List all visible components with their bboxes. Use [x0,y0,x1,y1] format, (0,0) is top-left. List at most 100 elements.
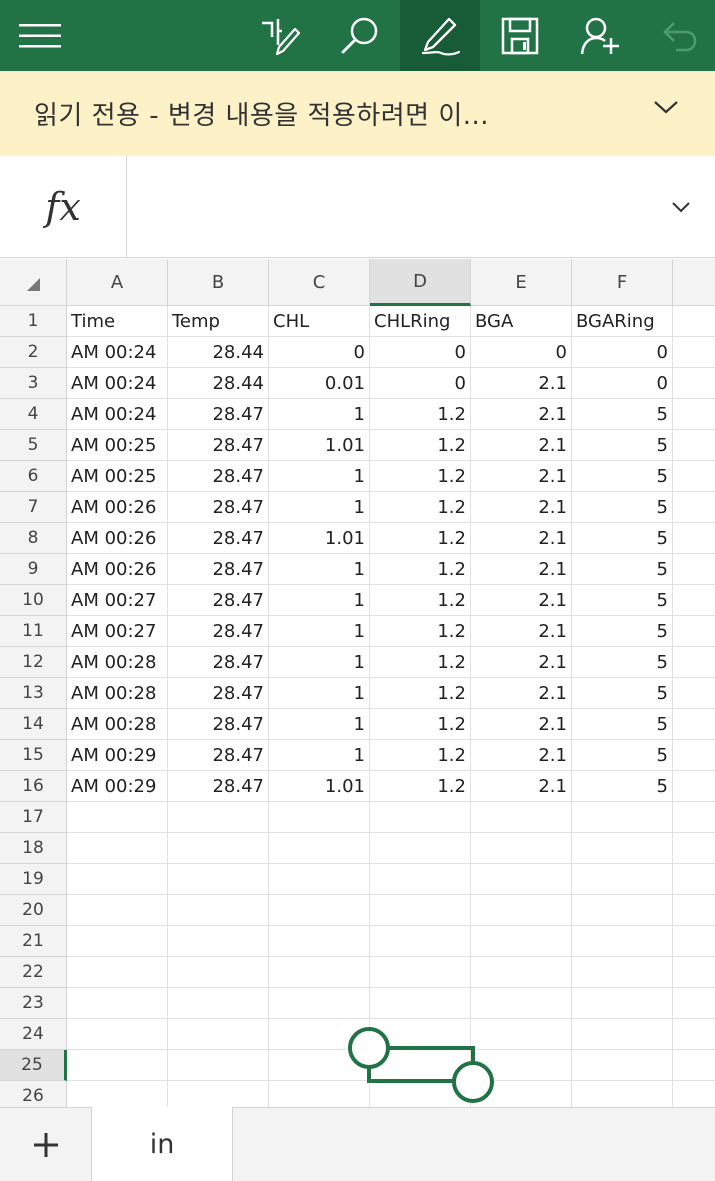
cell-d5[interactable]: 1.2 [370,430,471,461]
row-header[interactable]: 11 [0,616,67,647]
cell-e1[interactable]: BGA [471,306,572,337]
cell-f8[interactable]: 5 [572,523,673,554]
cell-g9[interactable] [673,554,715,585]
cell-b7[interactable]: 28.47 [168,492,269,523]
row-header[interactable]: 16 [0,771,67,802]
undo-button[interactable] [640,0,715,71]
row-header[interactable]: 26 [0,1081,67,1107]
row-header[interactable]: 12 [0,647,67,678]
cell-d13[interactable]: 1.2 [370,678,471,709]
cell-e14[interactable]: 2.1 [471,709,572,740]
cell-e24[interactable] [471,1019,572,1050]
cell-d7[interactable]: 1.2 [370,492,471,523]
cell-f15[interactable]: 5 [572,740,673,771]
cell-b9[interactable]: 28.47 [168,554,269,585]
row-header[interactable]: 15 [0,740,67,771]
banner-expand-button[interactable] [653,99,679,119]
column-header-a[interactable]: A [67,259,168,306]
cell-d24[interactable] [370,1019,471,1050]
cell-d22[interactable] [370,957,471,988]
cell-b13[interactable]: 28.47 [168,678,269,709]
cell-a1[interactable]: Time [67,306,168,337]
cell-a12[interactable]: AM 00:28 [67,647,168,678]
cell-g2[interactable] [673,337,715,368]
cell-f7[interactable]: 5 [572,492,673,523]
cell-g21[interactable] [673,926,715,957]
cell-f18[interactable] [572,833,673,864]
cell-f6[interactable]: 5 [572,461,673,492]
cell-b22[interactable] [168,957,269,988]
cell-a20[interactable] [67,895,168,926]
cell-a11[interactable]: AM 00:27 [67,616,168,647]
cell-g1[interactable] [673,306,715,337]
row-header[interactable]: 20 [0,895,67,926]
menu-button[interactable] [0,0,80,71]
cell-e25[interactable] [471,1050,572,1081]
add-sheet-button[interactable] [0,1108,91,1181]
cell-d3[interactable]: 0 [370,368,471,399]
cell-f20[interactable] [572,895,673,926]
cell-b4[interactable]: 28.47 [168,399,269,430]
cell-e9[interactable]: 2.1 [471,554,572,585]
cell-f13[interactable]: 5 [572,678,673,709]
cell-f2[interactable]: 0 [572,337,673,368]
cell-a2[interactable]: AM 00:24 [67,337,168,368]
cell-a13[interactable]: AM 00:28 [67,678,168,709]
cell-g18[interactable] [673,833,715,864]
cell-a5[interactable]: AM 00:25 [67,430,168,461]
cell-e8[interactable]: 2.1 [471,523,572,554]
cell-a7[interactable]: AM 00:26 [67,492,168,523]
row-header[interactable]: 17 [0,802,67,833]
cell-c16[interactable]: 1.01 [269,771,370,802]
cell-d26[interactable] [370,1081,471,1107]
cell-d15[interactable]: 1.2 [370,740,471,771]
cell-c14[interactable]: 1 [269,709,370,740]
cell-c23[interactable] [269,988,370,1019]
cell-f24[interactable] [572,1019,673,1050]
cell-g16[interactable] [673,771,715,802]
cell-e4[interactable]: 2.1 [471,399,572,430]
cell-a22[interactable] [67,957,168,988]
cell-b10[interactable]: 28.47 [168,585,269,616]
cell-e18[interactable] [471,833,572,864]
save-button[interactable] [480,0,560,71]
cell-d11[interactable]: 1.2 [370,616,471,647]
cell-f11[interactable]: 5 [572,616,673,647]
cell-d1[interactable]: CHLRing [370,306,471,337]
cell-f9[interactable]: 5 [572,554,673,585]
cell-a21[interactable] [67,926,168,957]
cell-g19[interactable] [673,864,715,895]
cell-e23[interactable] [471,988,572,1019]
cell-c25[interactable] [269,1050,370,1081]
cell-f4[interactable]: 5 [572,399,673,430]
column-header-d[interactable]: D [370,259,471,306]
cell-a26[interactable] [67,1081,168,1107]
row-header[interactable]: 21 [0,926,67,957]
cell-e15[interactable]: 2.1 [471,740,572,771]
cell-a23[interactable] [67,988,168,1019]
cell-b17[interactable] [168,802,269,833]
formula-expand-button[interactable] [671,198,691,217]
cell-f17[interactable] [572,802,673,833]
cell-c6[interactable]: 1 [269,461,370,492]
cell-d25[interactable] [370,1050,471,1081]
row-header[interactable]: 2 [0,337,67,368]
cell-c12[interactable]: 1 [269,647,370,678]
cell-a14[interactable]: AM 00:28 [67,709,168,740]
row-header[interactable]: 18 [0,833,67,864]
cell-c21[interactable] [269,926,370,957]
share-button[interactable] [560,0,640,71]
cell-c5[interactable]: 1.01 [269,430,370,461]
cell-e26[interactable] [471,1081,572,1107]
row-header[interactable]: 8 [0,523,67,554]
cell-e20[interactable] [471,895,572,926]
cell-e16[interactable]: 2.1 [471,771,572,802]
row-header[interactable]: 25 [0,1050,67,1081]
cell-e5[interactable]: 2.1 [471,430,572,461]
cell-c19[interactable] [269,864,370,895]
cell-d12[interactable]: 1.2 [370,647,471,678]
cell-b12[interactable]: 28.47 [168,647,269,678]
cell-g3[interactable] [673,368,715,399]
cell-e2[interactable]: 0 [471,337,572,368]
cell-d20[interactable] [370,895,471,926]
